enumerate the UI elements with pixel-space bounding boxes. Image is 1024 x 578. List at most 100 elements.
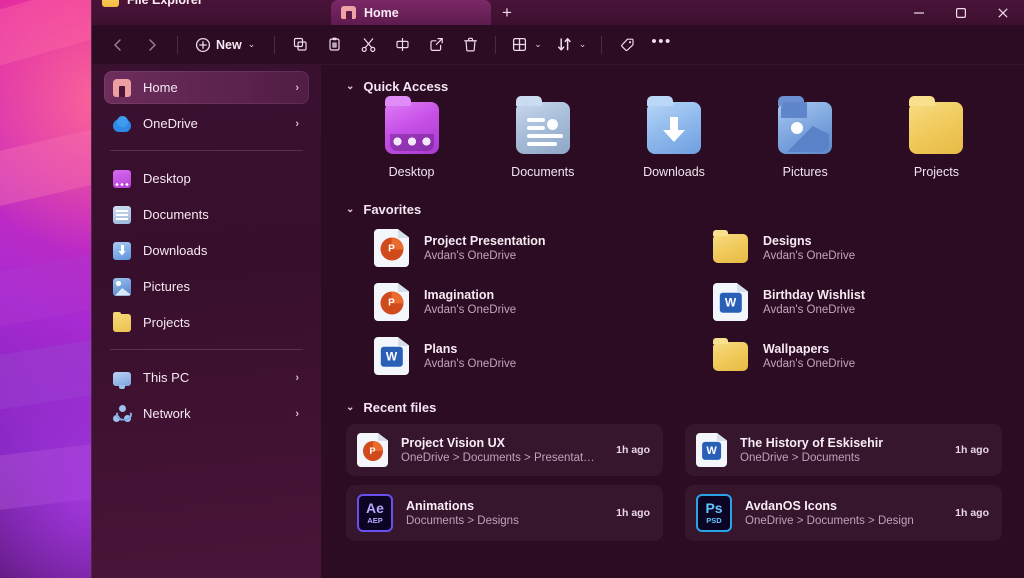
network-icon [113,404,131,423]
sidebar-item-label: Desktop [143,171,191,186]
chevron-down-icon: ⌄ [346,402,355,413]
sidebar-item-documents[interactable]: Documents [104,198,309,231]
chevron-right-icon: › [295,81,299,94]
sidebar-item-pictures[interactable]: Pictures [104,270,309,303]
quick-access-tile-projects[interactable]: Projects [871,96,1002,179]
quick-access-tile-downloads[interactable]: Downloads [608,96,739,179]
after-effects-file-icon: Ae AEP [357,494,393,532]
new-button[interactable]: New ⌄ [187,30,265,60]
back-button[interactable] [102,30,134,60]
file-extension-label: PSD [706,516,722,526]
maximize-button[interactable] [940,0,982,25]
sidebar-item-label: Home [143,80,178,95]
view-button[interactable]: ⌄ [505,30,548,60]
favorite-location: Avdan's OneDrive [424,358,517,370]
chevron-down-icon: ⌄ [346,204,355,215]
file-badge-letter: W [724,295,737,310]
share-button[interactable] [420,30,452,60]
app-title: File Explorer [127,0,203,7]
favorite-name: Designs [763,234,812,248]
recent-file-item[interactable]: P Project Vision UX OneDrive > Documents… [346,424,663,476]
command-toolbar: New ⌄ ⌄ ⌄ ••• [92,25,1024,65]
home-icon [113,78,131,97]
favorite-item[interactable]: P Imagination Avdan's OneDrive [346,280,663,324]
favorite-location: Avdan's OneDrive [424,304,517,316]
powerpoint-file-icon: P [374,229,409,267]
favorite-item[interactable]: Designs Avdan's OneDrive [685,226,1002,270]
cut-button[interactable] [352,30,384,60]
recent-file-path: OneDrive > Documents > Design [745,515,914,527]
favorite-item[interactable]: P Project Presentation Avdan's OneDrive [346,226,663,270]
file-badge-letter: Ae [366,500,384,517]
quick-access-tile-documents[interactable]: Documents [477,96,608,179]
recent-file-item[interactable]: Ps PSD AvdanOS Icons OneDrive > Document… [685,485,1002,541]
file-explorer-icon [102,0,119,7]
favorite-item[interactable]: Wallpapers Avdan's OneDrive [685,334,1002,378]
sidebar-item-desktop[interactable]: Desktop [104,162,309,195]
tag-button[interactable] [611,30,643,60]
copy-button[interactable] [284,30,316,60]
sidebar-item-this-pc[interactable]: This PC › [104,361,309,394]
recent-files-header[interactable]: ⌄ Recent files [346,400,1002,415]
chevron-down-icon: ⌄ [346,81,355,92]
sidebar-item-label: This PC [143,370,190,385]
photoshop-file-icon: Ps PSD [696,494,732,532]
favorite-name: Plans [424,342,458,356]
file-extension-label: AEP [367,516,383,526]
recent-file-item[interactable]: W The History of Eskisehir OneDrive > Do… [685,424,1002,476]
sidebar-item-label: Documents [143,207,209,222]
favorite-item[interactable]: W Plans Avdan's OneDrive [346,334,663,378]
app-identity: File Explorer [102,0,203,7]
new-tab-button[interactable]: + [493,0,521,25]
recent-file-time: 1h ago [616,444,650,456]
quick-access-header[interactable]: ⌄ Quick Access [346,79,1002,94]
favorite-item[interactable]: W Birthday Wishlist Avdan's OneDrive [685,280,1002,324]
recent-file-item[interactable]: Ae AEP Animations Documents > Designs 1h… [346,485,663,541]
sidebar-item-network[interactable]: Network › [104,397,309,430]
tab-label: Home [364,5,399,20]
rename-button[interactable] [386,30,418,60]
sidebar-item-home[interactable]: Home › [104,71,309,104]
sort-button[interactable]: ⌄ [550,30,593,60]
folder-icon [713,229,748,263]
delete-button[interactable] [454,30,486,60]
file-badge-letter: Ps [705,500,723,517]
paste-button[interactable] [318,30,350,60]
quick-access-tile-pictures[interactable]: Pictures [740,96,871,179]
tile-label: Pictures [782,165,828,179]
toolbar-separator [495,35,497,54]
more-options-button[interactable]: ••• [645,30,678,60]
chevron-down-icon: ⌄ [247,39,256,49]
toolbar-separator [601,35,603,54]
sidebar-item-downloads[interactable]: Downloads [104,234,309,267]
favorites-header[interactable]: ⌄ Favorites [346,202,1002,217]
home-icon [341,6,356,19]
recent-files-grid: P Project Vision UX OneDrive > Documents… [346,424,1002,541]
folder-icon [713,337,748,371]
quick-access-tile-desktop[interactable]: Desktop [346,96,477,179]
tab-strip: Home + [331,0,521,25]
file-badge-letter: P [388,243,395,255]
tile-label: Documents [511,165,575,179]
downloads-folder-icon [113,241,131,260]
favorite-name: Project Presentation [424,234,546,248]
title-bar: File Explorer Home + [92,0,1024,25]
tile-label: Downloads [643,165,705,179]
plus-icon: + [502,3,512,22]
recent-file-path: OneDrive > Documents [740,452,860,464]
tile-label: Projects [913,165,959,179]
minimize-button[interactable] [898,0,940,25]
forward-button[interactable] [136,30,168,60]
sidebar-item-label: Pictures [143,279,190,294]
chevron-right-icon: › [295,371,299,384]
word-file-icon: W [713,283,748,321]
sidebar-item-onedrive[interactable]: OneDrive › [104,107,309,140]
sidebar-item-projects[interactable]: Projects [104,306,309,339]
tile-label: Desktop [388,165,435,179]
tab-home[interactable]: Home [331,0,491,25]
plus-circle-icon [195,37,211,52]
downloads-folder-icon [644,96,704,156]
sidebar-divider [110,150,303,151]
close-button[interactable] [982,0,1024,25]
desktop-folder-icon [113,169,131,188]
